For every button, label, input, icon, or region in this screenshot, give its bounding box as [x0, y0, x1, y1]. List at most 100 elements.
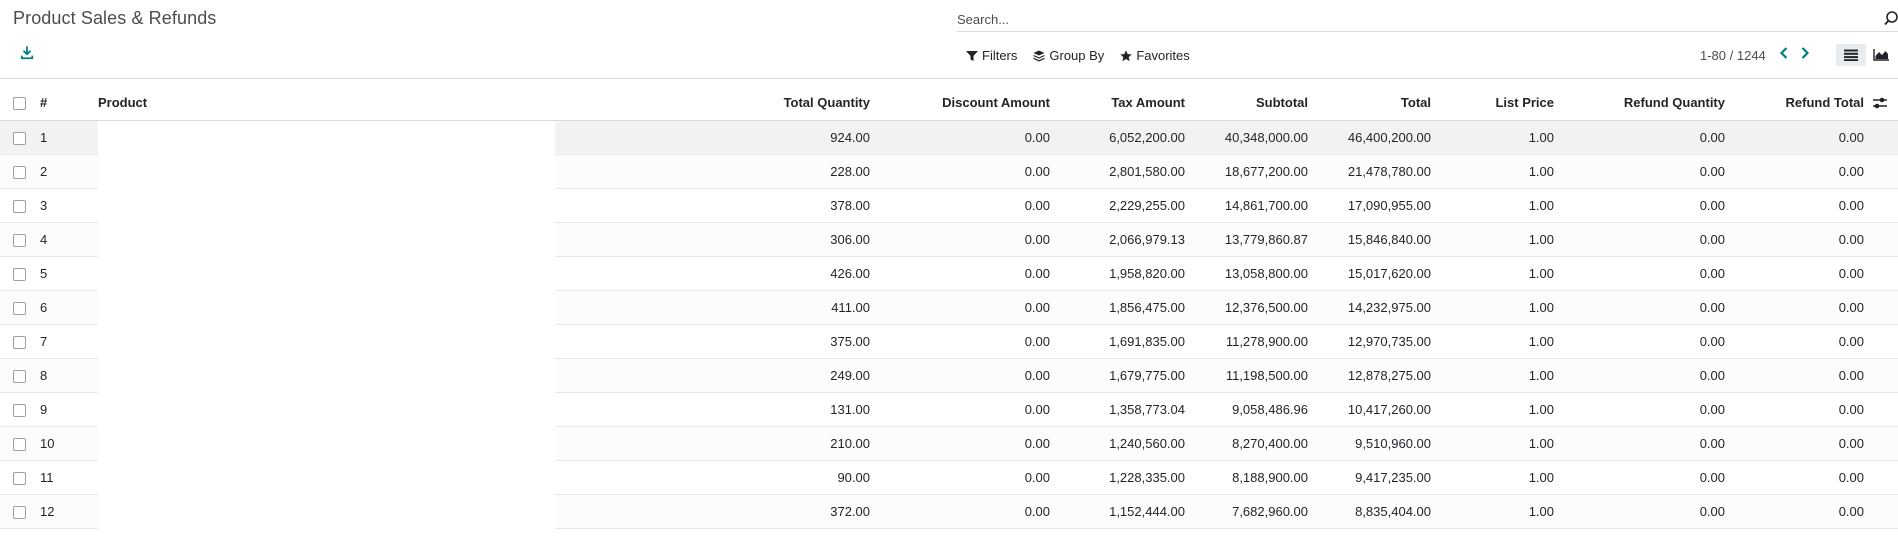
cell-list-price: 1.00 — [1441, 120, 1564, 155]
cell-refund-total: 0.00 — [1735, 222, 1898, 257]
cell-list-price: 1.00 — [1441, 188, 1564, 223]
group-by-toggle[interactable]: Group By — [1033, 48, 1104, 63]
table-row[interactable]: 4 306.00 0.00 2,066,979.13 13,779,860.87 15,8… — [0, 222, 1898, 257]
pager-previous-button[interactable] — [1776, 45, 1792, 61]
search-input[interactable] — [957, 8, 1877, 30]
row-checkbox[interactable] — [13, 199, 26, 213]
cell-list-price: 1.00 — [1441, 324, 1564, 359]
cell-list-price: 1.00 — [1441, 392, 1564, 427]
column-header-product[interactable]: Product — [98, 86, 555, 121]
row-checkbox[interactable] — [13, 505, 26, 519]
table-row[interactable]: 3 378.00 0.00 2,229,255.00 14,861,700.00 17,0… — [0, 188, 1898, 223]
row-checkbox[interactable] — [13, 301, 26, 315]
table-row[interactable]: 12 372.00 0.00 1,152,444.00 7,682,960.00 8,83… — [0, 494, 1898, 529]
pager-next-button[interactable] — [1797, 45, 1813, 61]
cell-total: 14,232,975.00 — [1318, 290, 1441, 325]
row-select-cell — [0, 256, 40, 291]
row-checkbox[interactable] — [13, 403, 26, 417]
table-row[interactable]: 10 210.00 0.00 1,240,560.00 8,270,400.00 9,51… — [0, 426, 1898, 461]
table-header-row: # Product Total Quantity Discount Amount… — [0, 86, 1898, 121]
cell-refund-total: 0.00 — [1735, 188, 1898, 223]
row-checkbox[interactable] — [13, 233, 26, 247]
favorites-toggle[interactable]: Favorites — [1120, 48, 1190, 63]
cell-discount-amount: 0.00 — [880, 120, 1060, 155]
cell-subtotal: 11,278,900.00 — [1195, 324, 1318, 359]
group-by-label: Group By — [1049, 48, 1105, 63]
cell-total-quantity: 249.00 — [555, 358, 880, 393]
cell-discount-amount: 0.00 — [880, 154, 1060, 189]
cell-number: 6 — [40, 290, 98, 325]
column-header-list-price[interactable]: List Price — [1441, 86, 1564, 121]
list-view-button[interactable] — [1836, 44, 1866, 66]
filters-toggle[interactable]: Filters — [966, 48, 1017, 63]
list-view-icon — [1844, 49, 1858, 61]
table-row[interactable]: 1 924.00 0.00 6,052,200.00 40,348,000.00 46,4… — [0, 120, 1898, 155]
cell-number: 12 — [40, 494, 98, 529]
cell-number: 1 — [40, 120, 98, 155]
table-row[interactable]: 5 426.00 0.00 1,958,820.00 13,058,800.00 15,0… — [0, 256, 1898, 291]
cell-total: 46,400,200.00 — [1318, 120, 1441, 155]
column-header-discount-amount[interactable]: Discount Amount — [880, 86, 1060, 121]
column-header-refund-quantity[interactable]: Refund Quantity — [1564, 86, 1735, 121]
row-checkbox[interactable] — [13, 369, 26, 383]
row-select-cell — [0, 188, 40, 223]
cell-refund-total: 0.00 — [1735, 392, 1898, 427]
cell-tax-amount: 2,229,255.00 — [1060, 188, 1195, 223]
column-header-number[interactable]: # — [40, 86, 98, 121]
column-header-refund-total-cell[interactable]: Refund Total — [1735, 86, 1898, 121]
cell-total: 10,417,260.00 — [1318, 392, 1441, 427]
column-header-total-quantity[interactable]: Total Quantity — [555, 86, 880, 121]
table-row[interactable]: 8 249.00 0.00 1,679,775.00 11,198,500.00 12,8… — [0, 358, 1898, 393]
cell-subtotal: 40,348,000.00 — [1195, 120, 1318, 155]
column-header-refund-total[interactable]: Refund Total — [1786, 95, 1864, 110]
cell-list-price: 1.00 — [1441, 426, 1564, 461]
table-row[interactable]: 9 131.00 0.00 1,358,773.04 9,058,486.96 10,41… — [0, 392, 1898, 427]
row-checkbox[interactable] — [13, 267, 26, 281]
cell-tax-amount: 1,958,820.00 — [1060, 256, 1195, 291]
row-checkbox[interactable] — [13, 437, 26, 451]
cell-total: 17,090,955.00 — [1318, 188, 1441, 223]
row-select-cell — [0, 324, 40, 359]
sliders-icon[interactable] — [1872, 96, 1888, 110]
cell-refund-quantity: 0.00 — [1564, 188, 1735, 223]
cell-tax-amount: 2,066,979.13 — [1060, 222, 1195, 257]
download-button[interactable] — [20, 46, 38, 62]
cell-product — [98, 426, 555, 460]
cell-refund-quantity: 0.00 — [1564, 120, 1735, 155]
row-checkbox[interactable] — [13, 131, 26, 145]
cell-product — [98, 392, 555, 426]
search-icon[interactable] — [1884, 11, 1898, 27]
pager-value[interactable]: 1-80 / 1244 — [1700, 48, 1766, 63]
cell-number: 9 — [40, 392, 98, 427]
table-row[interactable]: 7 375.00 0.00 1,691,835.00 11,278,900.00 12,9… — [0, 324, 1898, 359]
download-icon — [20, 46, 34, 60]
cell-total: 12,878,275.00 — [1318, 358, 1441, 393]
cell-tax-amount: 1,228,335.00 — [1060, 460, 1195, 495]
cell-number: 8 — [40, 358, 98, 393]
cell-total-quantity: 131.00 — [555, 392, 880, 427]
row-checkbox[interactable] — [13, 165, 26, 179]
row-checkbox[interactable] — [13, 335, 26, 349]
layers-icon — [1033, 50, 1046, 61]
column-header-subtotal[interactable]: Subtotal — [1195, 86, 1318, 121]
column-header-tax-amount[interactable]: Tax Amount — [1060, 86, 1195, 121]
table-row[interactable]: 11 90.00 0.00 1,228,335.00 8,188,900.00 9,417… — [0, 460, 1898, 495]
cell-subtotal: 18,677,200.00 — [1195, 154, 1318, 189]
cell-product — [98, 222, 555, 256]
cell-subtotal: 12,376,500.00 — [1195, 290, 1318, 325]
cell-total: 9,510,960.00 — [1318, 426, 1441, 461]
cell-total-quantity: 228.00 — [555, 154, 880, 189]
cell-tax-amount: 1,691,835.00 — [1060, 324, 1195, 359]
row-checkbox[interactable] — [13, 471, 26, 485]
table-row[interactable]: 2 228.00 0.00 2,801,580.00 18,677,200.00 21,4… — [0, 154, 1898, 189]
cell-discount-amount: 0.00 — [880, 426, 1060, 461]
column-header-total[interactable]: Total — [1318, 86, 1441, 121]
graph-view-button[interactable] — [1866, 44, 1896, 66]
select-all-checkbox[interactable] — [13, 97, 26, 111]
row-select-cell — [0, 290, 40, 325]
cell-product — [98, 494, 555, 528]
table-row[interactable]: 6 411.00 0.00 1,856,475.00 12,376,500.00 14,2… — [0, 290, 1898, 325]
cell-total-quantity: 90.00 — [555, 460, 880, 495]
cell-refund-quantity: 0.00 — [1564, 324, 1735, 359]
cell-list-price: 1.00 — [1441, 154, 1564, 189]
